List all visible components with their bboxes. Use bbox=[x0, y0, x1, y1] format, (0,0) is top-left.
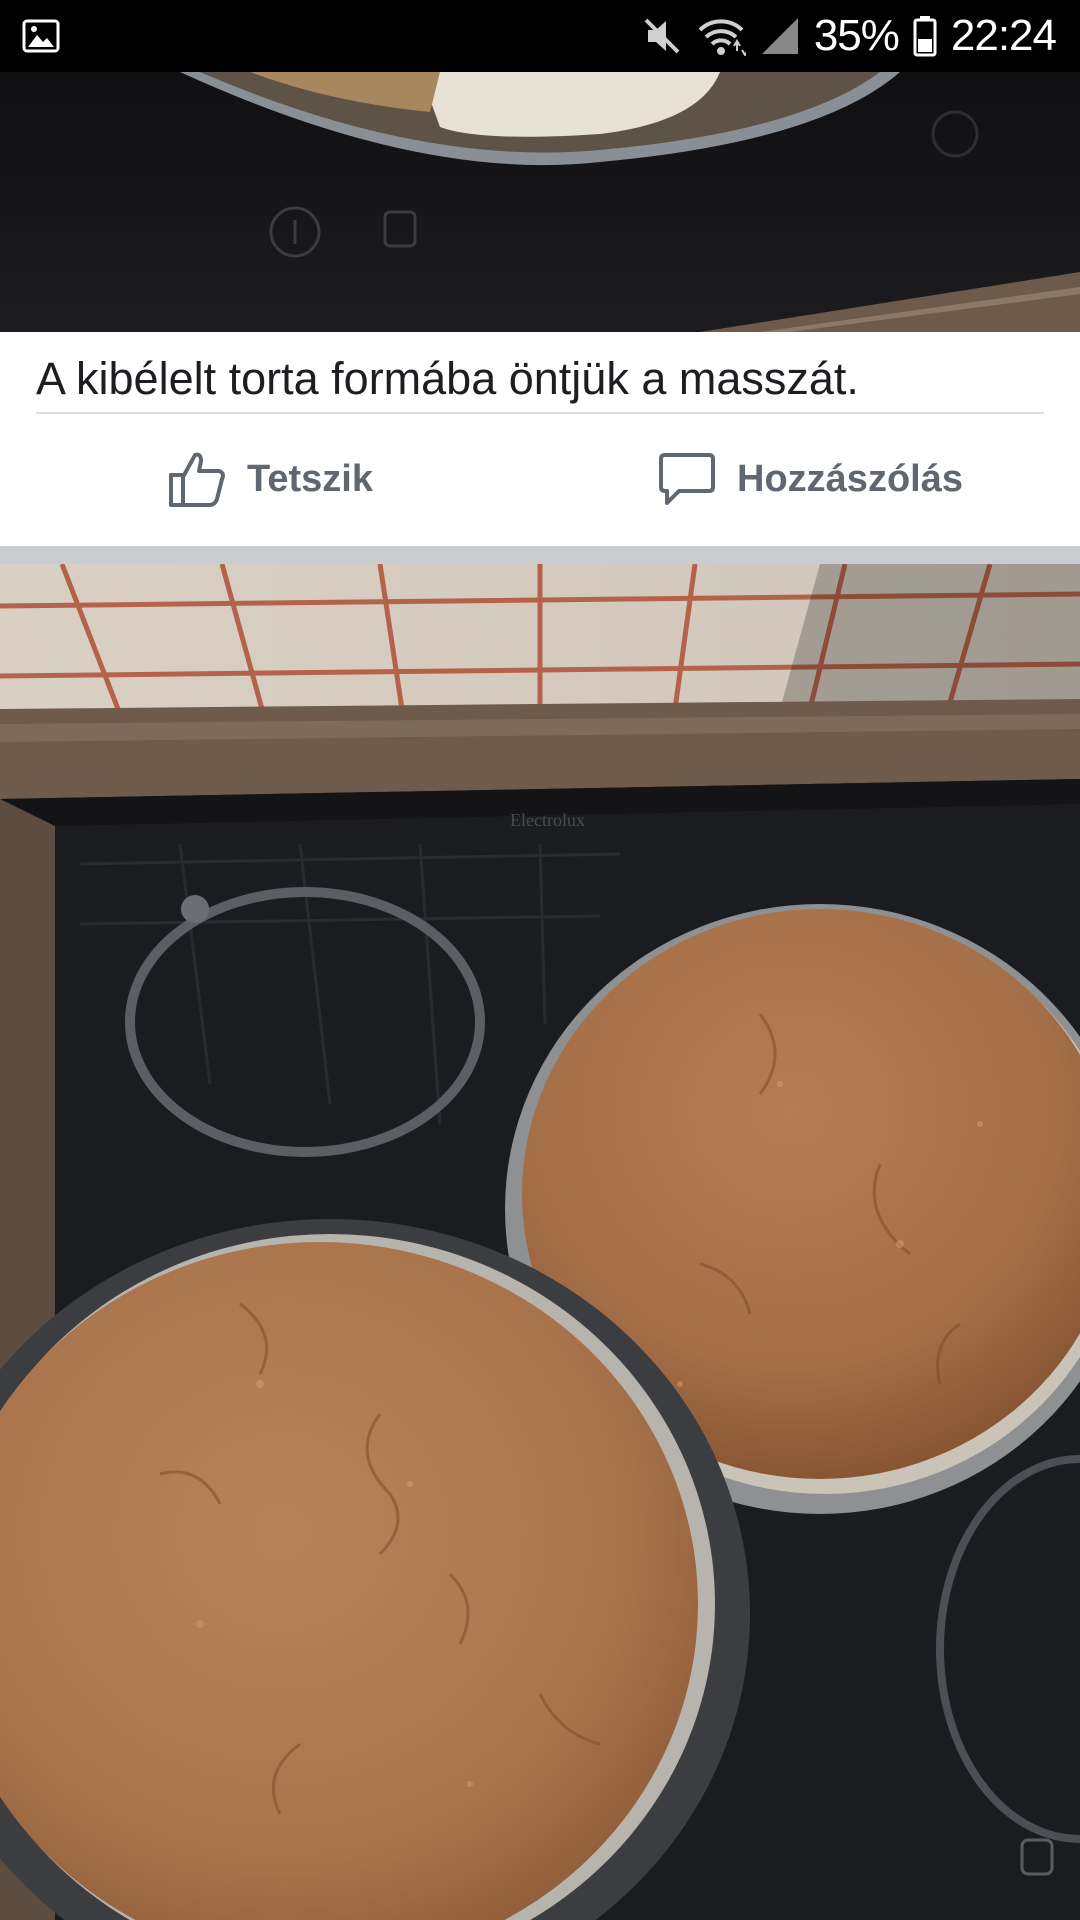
mute-icon bbox=[642, 16, 682, 56]
baked-cakes-photo[interactable]: Electrolux bbox=[0, 564, 1080, 1920]
stove-pan-photo[interactable] bbox=[0, 72, 1080, 332]
post-separator bbox=[0, 546, 1080, 564]
post-caption: A kibélelt torta formába öntjük a masszá… bbox=[36, 353, 859, 404]
svg-text:Electrolux: Electrolux bbox=[510, 810, 585, 830]
post-card: A kibélelt torta formába öntjük a masszá… bbox=[0, 332, 1080, 546]
wifi-icon bbox=[696, 16, 746, 56]
like-button[interactable]: Tetszik bbox=[0, 414, 540, 544]
image-notification-icon bbox=[22, 19, 60, 53]
comment-bubble-icon bbox=[657, 449, 717, 509]
post-actions: Tetszik Hozzászólás bbox=[0, 414, 1080, 544]
comment-label: Hozzászólás bbox=[737, 457, 963, 500]
clock: 22:24 bbox=[950, 11, 1057, 60]
thumbs-up-icon bbox=[167, 449, 227, 509]
battery-percent: 35% bbox=[813, 11, 900, 60]
like-label: Tetszik bbox=[246, 457, 373, 500]
signal-icon bbox=[760, 16, 800, 56]
comment-button[interactable]: Hozzászólás bbox=[540, 414, 1080, 544]
battery-icon bbox=[913, 15, 937, 57]
status-bar: 35% 22:24 bbox=[0, 0, 1080, 72]
